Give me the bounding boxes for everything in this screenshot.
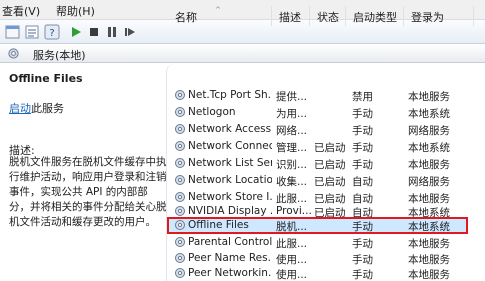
service-status: 已启动 <box>314 159 346 171</box>
service-description: 收集... <box>276 176 308 188</box>
service-gear-icon <box>175 253 185 263</box>
service-name: NVIDIA Display ... <box>188 205 272 217</box>
service-description: 网络... <box>276 125 308 137</box>
service-name: Network Store I... <box>188 191 272 203</box>
service-gear-icon <box>175 141 185 151</box>
service-gear-icon <box>175 206 185 216</box>
menu-view[interactable]: 查看(V) <box>2 3 40 19</box>
column-header-status-label: 状态 <box>317 11 339 24</box>
column-header-startup-type-label: 启动类型 <box>353 11 397 24</box>
service-startup-type: 禁用 <box>352 91 373 103</box>
service-description: 为用... <box>276 108 308 120</box>
service-row[interactable]: Network Locatio... 收集... 已启动 自动 网络服务 <box>168 172 468 189</box>
svg-text:?: ? <box>49 28 54 39</box>
pause-icon[interactable] <box>104 24 120 40</box>
service-status: 已启动 <box>314 142 346 154</box>
service-gear-icon <box>175 175 185 185</box>
service-gear-icon <box>175 90 185 100</box>
column-header-logon-as-label: 登录为 <box>411 11 444 24</box>
column-header-description[interactable]: 描述 <box>272 6 310 26</box>
service-startup-type: 手动 <box>352 159 373 171</box>
service-name: Net.Tcp Port Sh... <box>188 89 272 101</box>
service-startup-type: 手动 <box>352 238 373 250</box>
service-name: Network Connec... <box>188 140 272 152</box>
service-gear-icon <box>175 158 185 168</box>
service-startup-type: 自动 <box>352 176 373 188</box>
service-row[interactable]: Peer Networkin... 使用... 手动 本地服务 <box>168 265 468 281</box>
service-logon: 本地系统 <box>408 142 450 154</box>
service-gear-icon <box>175 192 185 202</box>
menu-help[interactable]: 帮助(H) <box>56 3 95 19</box>
service-row[interactable]: Netlogon 为用... 手动 本地系统 <box>168 104 468 121</box>
selected-row-highlight <box>167 217 468 234</box>
service-row[interactable]: Network List Ser... 识别... 已启动 手动 本地服务 <box>168 155 468 172</box>
service-row[interactable]: Net.Tcp Port Sh... 提供... 禁用 本地服务 <box>168 87 468 104</box>
service-logon: 本地服务 <box>408 159 450 171</box>
service-row[interactable]: Network Access ... 网络... 手动 网络服务 <box>168 121 468 138</box>
service-startup-type: 手动 <box>352 108 373 120</box>
start-service-link[interactable]: 启动 <box>9 102 31 115</box>
service-name: Peer Name Res... <box>188 252 272 264</box>
column-header-name[interactable]: ^ 名称 <box>168 6 272 26</box>
service-startup-type: 手动 <box>352 125 373 137</box>
service-description: 脱机文件服务在脱机文件缓存中执行维护活动，响应用户登录和注销事件，实现公共 AP… <box>9 156 167 228</box>
column-header-startup-type[interactable]: 启动类型 <box>346 6 404 26</box>
service-description: 管理... <box>276 142 308 154</box>
service-name: Parental Controls <box>188 236 272 248</box>
service-description: 识别... <box>276 159 308 171</box>
help-icon[interactable]: ? <box>44 24 60 40</box>
gear-icon <box>8 48 19 59</box>
restart-icon[interactable] <box>122 24 138 40</box>
service-startup-type: 手动 <box>352 142 373 154</box>
column-header-logon-as[interactable]: 登录为 <box>404 6 474 26</box>
panel-header: 服务(本地) <box>0 45 485 63</box>
sort-ascending-icon: ^ <box>215 6 221 14</box>
service-name: Network Access ... <box>188 123 272 135</box>
column-header-description-label: 描述 <box>279 11 301 24</box>
start-service-suffix: 此服务 <box>31 102 64 115</box>
service-name: Network Locatio... <box>188 174 272 186</box>
service-logon: 网络服务 <box>408 125 450 137</box>
service-row[interactable]: Parental Controls 此服... 手动 本地服务 <box>168 234 468 251</box>
service-name: Network List Ser... <box>188 157 272 169</box>
service-logon: 本地服务 <box>408 91 450 103</box>
service-logon: 本地服务 <box>408 269 450 281</box>
service-logon: 本地服务 <box>408 238 450 250</box>
service-detail-pane: Offline Files 启动此服务 描述: 脱机文件服务在脱机文件缓存中执行… <box>0 64 170 281</box>
service-gear-icon <box>175 268 185 278</box>
service-description: Provi... <box>276 205 312 217</box>
stop-icon[interactable] <box>86 24 102 40</box>
start-service-line: 启动此服务 <box>9 100 64 116</box>
service-name: Netlogon <box>188 106 236 118</box>
properties-icon[interactable] <box>24 24 40 40</box>
service-gear-icon <box>175 237 185 247</box>
service-description: 提供... <box>276 91 308 103</box>
service-row[interactable]: Network Connec... 管理... 已启动 手动 本地系统 <box>168 138 468 155</box>
service-description: 使用... <box>276 269 308 281</box>
service-gear-icon <box>175 124 185 134</box>
column-header-name-label: 名称 <box>175 11 197 24</box>
service-description: 此服... <box>276 238 308 250</box>
service-gear-icon <box>175 107 185 117</box>
panel-title: 服务(本地) <box>33 49 86 62</box>
service-name: Peer Networkin... <box>188 267 272 279</box>
service-logon: 本地系统 <box>408 108 450 120</box>
service-startup-type: 手动 <box>352 269 373 281</box>
selected-service-name: Offline Files <box>9 72 83 85</box>
back-icon[interactable] <box>5 24 21 40</box>
service-status: 已启动 <box>314 176 346 188</box>
play-icon[interactable] <box>68 24 84 40</box>
column-header-status[interactable]: 状态 <box>310 6 346 26</box>
service-logon: 网络服务 <box>408 176 450 188</box>
